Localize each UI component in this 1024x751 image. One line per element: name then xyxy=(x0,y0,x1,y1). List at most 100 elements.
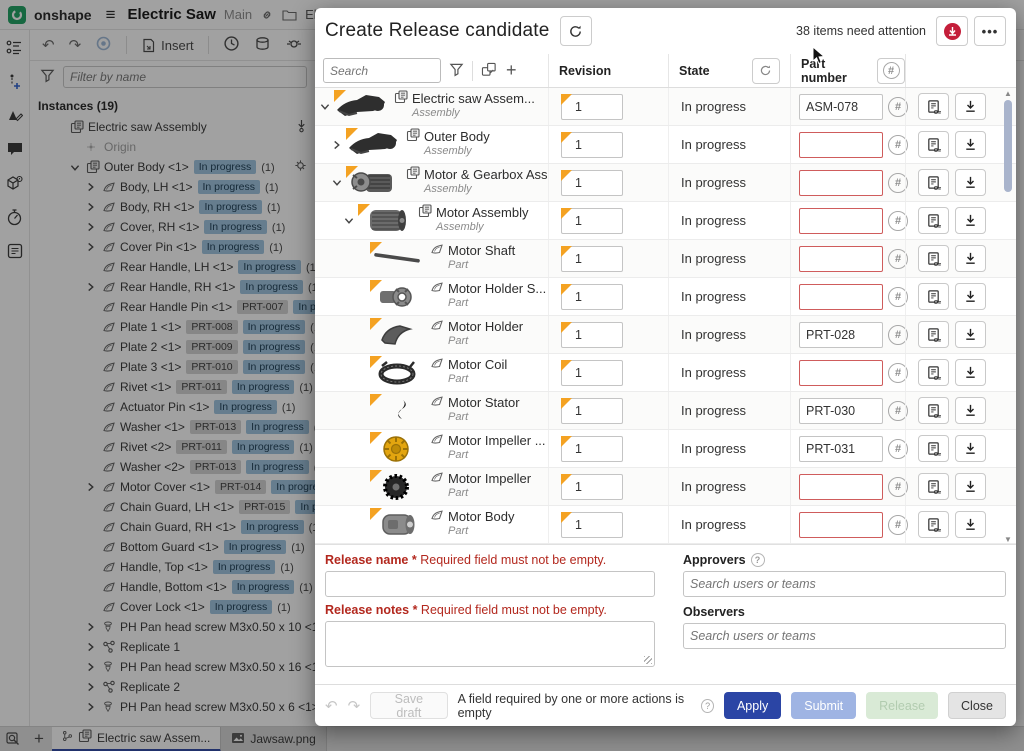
release-table-row[interactable]: Motor Impeller ...PartIn progress#On xyxy=(315,430,1016,468)
release-table-row[interactable]: Motor BodyPartIn progress#On xyxy=(315,506,1016,544)
part-number-input[interactable] xyxy=(799,436,883,462)
release-table-row[interactable]: Motor ShaftPartIn progress#On xyxy=(315,240,1016,278)
download-button[interactable] xyxy=(955,93,986,120)
part-icon xyxy=(430,432,444,449)
release-name-input[interactable] xyxy=(325,571,655,597)
release-table-row[interactable]: Motor ImpellerPartIn progress#On xyxy=(315,468,1016,506)
revision-cell xyxy=(548,164,668,201)
release-table-row[interactable]: Outer BodyAssemblyIn progress#On xyxy=(315,126,1016,164)
download-button[interactable] xyxy=(955,359,986,386)
revision-cell xyxy=(548,88,668,125)
download-button[interactable] xyxy=(955,435,986,462)
refresh-states-button[interactable] xyxy=(752,58,780,84)
part-number-input[interactable] xyxy=(799,474,883,500)
release-notes-textarea[interactable] xyxy=(325,621,655,667)
download-button[interactable] xyxy=(955,321,986,348)
download-button[interactable] xyxy=(955,169,986,196)
save-draft-button[interactable]: Save draft xyxy=(370,692,447,719)
refresh-dialog-button[interactable] xyxy=(560,16,592,46)
part-number-input[interactable] xyxy=(799,284,883,310)
release-notes-button[interactable]: On xyxy=(918,397,949,424)
part-number-cell: # xyxy=(790,392,905,429)
release-table-row[interactable]: Electric saw Assem...✕AssemblyIn progres… xyxy=(315,88,1016,126)
part-number-input[interactable] xyxy=(799,170,883,196)
release-table-row[interactable]: Motor StatorPartIn progress#On xyxy=(315,392,1016,430)
row-thumbnail xyxy=(370,242,424,275)
approvers-input[interactable] xyxy=(683,571,1006,597)
pending-flag-icon xyxy=(358,204,370,216)
footer-undo-icon[interactable]: ↶ xyxy=(325,697,338,715)
download-button[interactable] xyxy=(955,207,986,234)
approvers-help-icon[interactable]: ? xyxy=(751,553,765,567)
row-thumbnail xyxy=(346,166,400,199)
release-table-row[interactable]: Motor AssemblyAssemblyIn progress#On xyxy=(315,202,1016,240)
name-cell: Motor HolderPart xyxy=(315,316,548,353)
row-actions: On xyxy=(918,473,986,500)
apply-button[interactable]: Apply xyxy=(724,692,781,719)
download-button[interactable] xyxy=(955,131,986,158)
release-notes-button[interactable]: On xyxy=(918,93,949,120)
chevron-right-icon[interactable] xyxy=(332,140,342,150)
part-number-input[interactable] xyxy=(799,94,883,120)
release-button[interactable]: Release xyxy=(866,692,938,719)
footer-redo-icon[interactable]: ↷ xyxy=(348,697,361,715)
release-notes-button[interactable]: On xyxy=(918,245,949,272)
part-number-cell: # xyxy=(790,354,905,391)
table-scrollbar[interactable]: ▲ ▼ xyxy=(1002,88,1014,545)
part-number-input[interactable] xyxy=(799,360,883,386)
attention-scroll-button[interactable] xyxy=(936,16,968,46)
chevron-down-icon[interactable] xyxy=(320,102,330,111)
generate-all-numbers-button[interactable]: # xyxy=(877,58,905,84)
release-notes-button[interactable]: On xyxy=(918,435,949,462)
dialog-filter-icon[interactable] xyxy=(449,62,464,80)
release-notes-button[interactable]: On xyxy=(918,359,949,386)
release-table-row[interactable]: Motor HolderPartIn progress#On xyxy=(315,316,1016,354)
actions-cell: On xyxy=(905,278,1016,315)
state-cell: In progress xyxy=(668,240,790,277)
row-name: Electric saw Assem...✕ xyxy=(394,90,548,107)
release-notes-button[interactable]: On xyxy=(918,207,949,234)
release-notes-button[interactable]: On xyxy=(918,283,949,310)
state-text: In progress xyxy=(669,365,746,380)
part-number-input[interactable] xyxy=(799,132,883,158)
row-type-label: Assembly xyxy=(412,107,548,119)
dialog-search-input[interactable] xyxy=(323,58,441,83)
observers-input[interactable] xyxy=(683,623,1006,649)
row-name: Motor Impeller ... xyxy=(430,432,546,449)
part-number-input[interactable] xyxy=(799,208,883,234)
release-notes-button[interactable]: On xyxy=(918,169,949,196)
part-number-input[interactable] xyxy=(799,246,883,272)
download-button[interactable] xyxy=(955,473,986,500)
chevron-down-icon[interactable] xyxy=(332,178,342,187)
scroll-down-arrow[interactable]: ▼ xyxy=(1002,535,1014,544)
state-cell: In progress xyxy=(668,126,790,163)
actions-cell: On xyxy=(905,202,1016,239)
submit-button[interactable]: Submit xyxy=(791,692,856,719)
release-table-row[interactable]: Motor CoilPartIn progress#On xyxy=(315,354,1016,392)
pending-flag-icon xyxy=(561,398,572,409)
release-notes-button[interactable]: On xyxy=(918,321,949,348)
release-table-row[interactable]: Motor & Gearbox Ass...AssemblyIn progres… xyxy=(315,164,1016,202)
part-number-wrap: # xyxy=(799,208,908,234)
download-button[interactable] xyxy=(955,511,986,538)
release-notes-button[interactable]: On xyxy=(918,473,949,500)
resize-grip[interactable] xyxy=(644,656,652,664)
part-number-input[interactable] xyxy=(799,398,883,424)
chevron-down-icon[interactable] xyxy=(344,216,354,225)
more-options-button[interactable]: ••• xyxy=(974,16,1006,46)
part-number-input[interactable] xyxy=(799,512,883,538)
warning-help-icon[interactable]: ? xyxy=(701,699,714,713)
part-number-input[interactable] xyxy=(799,322,883,348)
download-button[interactable] xyxy=(955,397,986,424)
close-button[interactable]: Close xyxy=(948,692,1006,719)
flatten-list-icon[interactable] xyxy=(481,62,498,80)
download-button[interactable] xyxy=(955,283,986,310)
release-table-row[interactable]: Motor Holder S...PartIn progress#On xyxy=(315,278,1016,316)
download-button[interactable] xyxy=(955,245,986,272)
scroll-up-arrow[interactable]: ▲ xyxy=(1002,89,1014,98)
release-notes-button[interactable]: On xyxy=(918,511,949,538)
scrollbar-thumb[interactable] xyxy=(1004,100,1012,192)
row-name-text: Motor Stator xyxy=(448,395,520,410)
release-notes-button[interactable]: On xyxy=(918,131,949,158)
add-item-icon[interactable]: + xyxy=(506,60,517,81)
